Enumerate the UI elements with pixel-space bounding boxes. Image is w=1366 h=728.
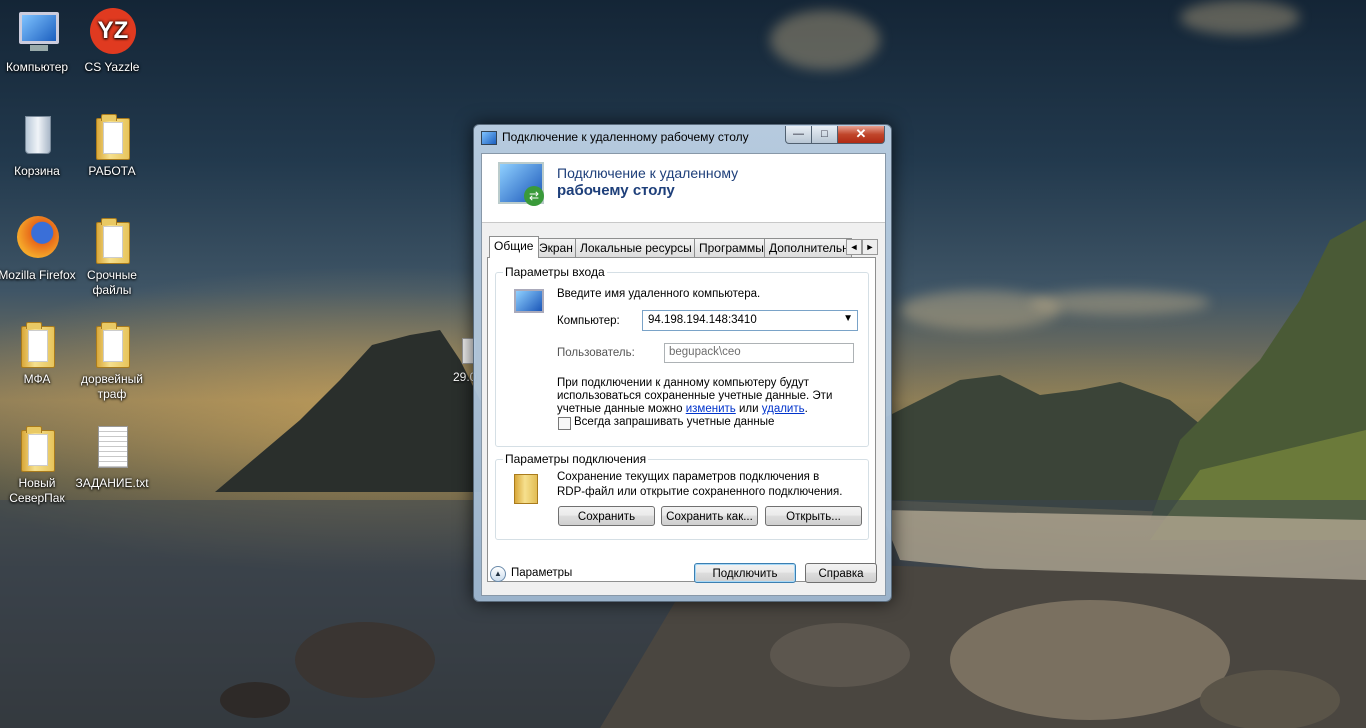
title-bar[interactable]: Подключение к удаленному рабочему столу …: [474, 125, 891, 149]
banner-title-line1: Подключение к удаленному: [557, 165, 739, 181]
always-ask-label[interactable]: Всегда запрашивать учетные данные: [574, 416, 774, 428]
credentials-info-line3: учетные данные можно изменить или удалит…: [557, 403, 808, 415]
user-value: begupack\ceo: [669, 346, 741, 358]
desktop-icon-recycle-bin[interactable]: Корзина: [0, 112, 77, 179]
cloud: [1180, 0, 1300, 35]
banner: Подключение к удаленному рабочему столу: [482, 154, 885, 223]
desktop-icon-label: Корзина: [14, 164, 60, 178]
desktop-icon-firefox[interactable]: Mozilla Firefox: [0, 216, 77, 283]
tab-advanced[interactable]: Дополнительно: [764, 238, 852, 257]
cloud: [900, 290, 1060, 330]
folder-icon: [96, 218, 130, 264]
connection-desc-line1: Сохранение текущих параметров подключени…: [557, 471, 820, 483]
tab-scroll-right-button[interactable]: ►: [862, 239, 878, 255]
computer-value: 94.198.194.148:3410: [648, 314, 757, 326]
options-toggle-label[interactable]: Параметры: [511, 567, 572, 579]
credentials-info-line2: использоваться сохраненные учетные данны…: [557, 390, 833, 402]
delete-credentials-link[interactable]: удалить: [762, 403, 805, 415]
minimize-button[interactable]: —: [785, 126, 812, 144]
connection-group-title: Параметры подключения: [503, 452, 649, 466]
text-file-icon: [98, 426, 128, 468]
computer-combobox[interactable]: 94.198.194.148:3410 ▼: [642, 310, 858, 331]
remote-desktop-connection-icon: [498, 162, 544, 206]
desktop-icon-label: дорвейный траф: [81, 372, 143, 401]
desktop-icon-label: РАБОТА: [88, 164, 136, 178]
firefox-icon: [17, 216, 59, 258]
folder-icon: [514, 474, 538, 504]
user-field: begupack\ceo: [664, 343, 854, 363]
maximize-button[interactable]: □: [811, 126, 838, 144]
desktop-icon-label: Mozilla Firefox: [0, 268, 76, 282]
help-button[interactable]: Справка: [805, 563, 877, 583]
desktop-icon-srochnye-faily[interactable]: Срочные файлы: [72, 216, 152, 298]
desktop-icon-label: Срочные файлы: [87, 268, 137, 297]
desktop-icon-mfa[interactable]: МФА: [0, 320, 77, 387]
user-label: Пользователь:: [557, 347, 635, 359]
desktop-icon-computer[interactable]: Компьютер: [0, 8, 77, 75]
folder-icon: [96, 322, 130, 368]
remote-desktop-window: Подключение к удаленному рабочему столу …: [473, 124, 892, 602]
folder-icon: [21, 426, 55, 472]
desktop-icon-label: CS Yazzle: [84, 60, 140, 74]
desktop-icon-rabota[interactable]: РАБОТА: [72, 112, 152, 179]
always-ask-checkbox[interactable]: [558, 417, 571, 430]
close-button[interactable]: ✕: [837, 126, 885, 144]
tab-general[interactable]: Общие: [489, 236, 539, 258]
recycle-bin-icon: [25, 116, 51, 154]
yazzle-icon: YZ: [90, 8, 136, 54]
desktop-icon-label: Компьютер: [5, 60, 69, 74]
tab-panel-general: Параметры входа Введите имя удаленного к…: [487, 257, 876, 582]
desktop-icon-cs-yazzle[interactable]: YZ CS Yazzle: [72, 8, 152, 75]
save-button[interactable]: Сохранить: [558, 506, 655, 526]
desktop-icon-label: МФА: [23, 372, 51, 386]
chevron-up-icon[interactable]: ▲: [490, 566, 506, 582]
change-credentials-link[interactable]: изменить: [686, 403, 736, 415]
folder-icon: [21, 322, 55, 368]
desktop-icon-zadanie-txt[interactable]: ЗАДАНИЕ.txt: [72, 424, 152, 491]
folder-icon: [96, 114, 130, 160]
computer-icon: [19, 12, 59, 51]
desktop-icon-novy-severpak[interactable]: Новый СеверПак: [0, 424, 77, 506]
window-title: Подключение к удаленному рабочему столу: [502, 130, 749, 144]
desktop-icon-label: ЗАДАНИЕ.txt: [75, 476, 149, 490]
window-client-area: Подключение к удаленному рабочему столу …: [481, 153, 886, 596]
chevron-down-icon[interactable]: ▼: [843, 313, 853, 324]
tab-strip: Общие Экран Локальные ресурсы Программы …: [487, 236, 882, 258]
login-group-title: Параметры входа: [503, 265, 607, 279]
tab-scroll-left-button[interactable]: ◄: [846, 239, 862, 255]
tab-local-resources[interactable]: Локальные ресурсы: [575, 238, 695, 257]
remote-desktop-icon: [481, 131, 497, 145]
login-settings-group: Параметры входа Введите имя удаленного к…: [495, 265, 869, 447]
connect-button[interactable]: Подключить: [694, 563, 796, 583]
cloud: [770, 10, 880, 70]
credentials-info-line1: При подключении к данному компьютеру буд…: [557, 377, 810, 389]
connection-desc-line2: RDP-файл или открытие сохраненного подкл…: [557, 486, 843, 498]
computer-label: Компьютер:: [557, 315, 620, 327]
desktop-icon-label: Новый СеверПак: [9, 476, 65, 505]
computer-icon: [514, 289, 544, 313]
credentials-info-dot: .: [804, 403, 808, 415]
tab-display[interactable]: Экран: [534, 238, 581, 257]
desktop-icon-dorveyny-traf[interactable]: дорвейный траф: [72, 320, 152, 402]
tab-programs[interactable]: Программы: [694, 238, 769, 257]
computer-prompt: Введите имя удаленного компьютера.: [557, 288, 761, 300]
banner-title-line2: рабочему столу: [557, 182, 675, 199]
connection-settings-group: Параметры подключения Сохранение текущих…: [495, 452, 869, 540]
open-button[interactable]: Открыть...: [765, 506, 862, 526]
credentials-info-text: учетные данные можно: [557, 403, 683, 415]
cloud: [1030, 290, 1210, 315]
save-as-button[interactable]: Сохранить как...: [661, 506, 758, 526]
credentials-info-or: или: [738, 403, 759, 415]
